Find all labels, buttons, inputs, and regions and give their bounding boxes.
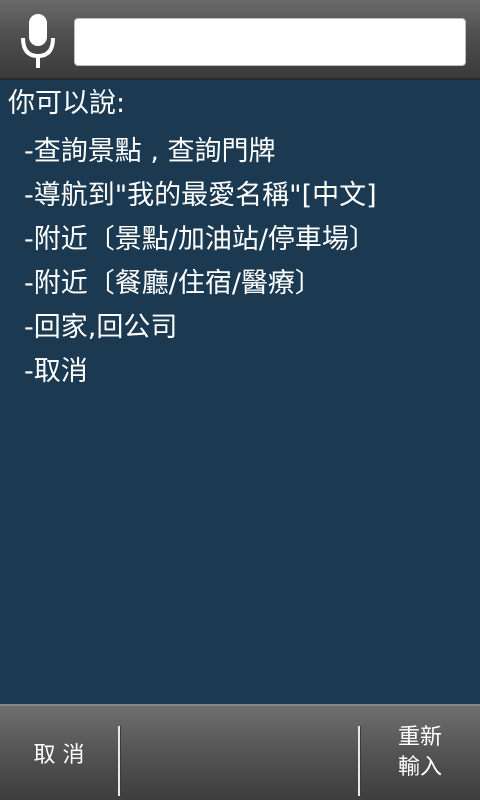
voice-hints-panel: 你可以說: -查詢景點 , 查詢門牌 -導航到"我的最愛名稱"[中文] -附近〔… bbox=[0, 82, 480, 704]
hint-item: -附近〔餐廳/住宿/醫療〕 bbox=[24, 268, 322, 299]
hint-item: -導航到"我的最愛名稱"[中文] bbox=[24, 180, 377, 211]
intro-label: 你可以說: bbox=[8, 88, 126, 119]
hint-item: -回家,回公司 bbox=[24, 312, 178, 343]
bottom-bar-spacer bbox=[120, 706, 358, 800]
retry-button-label: 重新輸入 bbox=[397, 725, 442, 780]
retry-button[interactable]: 重新輸入 bbox=[360, 706, 480, 800]
hint-item: -附近〔景點/加油站/停車場〕 bbox=[24, 224, 376, 255]
hint-item: -取消 bbox=[24, 356, 88, 387]
hint-list: -查詢景點 , 查詢門牌 -導航到"我的最愛名稱"[中文] -附近〔景點/加油站… bbox=[24, 130, 377, 394]
microphone-icon bbox=[21, 14, 55, 68]
cancel-button-label: 取 消 bbox=[33, 743, 85, 768]
hint-item: -查詢景點 , 查詢門牌 bbox=[24, 136, 276, 167]
voice-search-screen: 你可以說: -查詢景點 , 查詢門牌 -導航到"我的最愛名稱"[中文] -附近〔… bbox=[0, 0, 480, 800]
search-input[interactable] bbox=[74, 18, 466, 66]
voice-input-button[interactable] bbox=[8, 10, 68, 74]
cancel-button[interactable]: 取 消 bbox=[0, 706, 118, 800]
search-bar bbox=[0, 0, 480, 80]
bottom-action-bar: 取 消 重新輸入 bbox=[0, 704, 480, 800]
